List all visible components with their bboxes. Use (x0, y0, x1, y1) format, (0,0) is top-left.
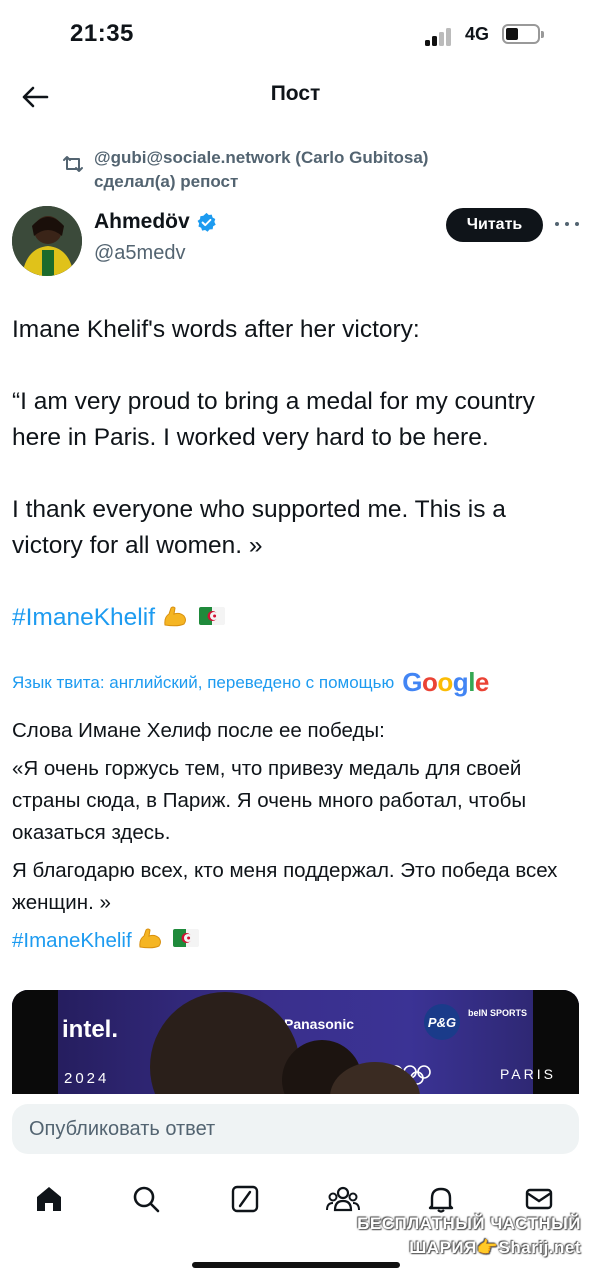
tweet-quote: “I am very proud to bring a medal for my… (12, 388, 535, 451)
watermark-line2: ШАРИЯ👉Sharij.net (409, 1238, 581, 1257)
repost-icon (63, 156, 83, 172)
communities-tab[interactable] (326, 1182, 360, 1216)
status-time: 21:35 (70, 20, 134, 47)
media-year: 2024 (64, 1070, 110, 1087)
translated-hashtag-line: #ImaneKhelif (12, 925, 582, 957)
author-name-wrap[interactable]: Ahmedöv (94, 210, 217, 234)
back-arrow-icon (22, 86, 49, 108)
verified-badge-icon (197, 212, 216, 232)
signal-icon (425, 26, 457, 46)
back-button[interactable] (18, 80, 52, 114)
repost-text: @gubi@sociale.network (Carlo Gubitosa) с… (94, 148, 429, 191)
watermark: БЕСПЛАТНЫЙ ЧАСТНЫЙ ШАРИЯ👉Sharij.net (356, 1212, 581, 1260)
media-letterbox-left (12, 990, 58, 1094)
search-tab[interactable] (129, 1182, 163, 1216)
follow-button[interactable]: Читать (446, 208, 543, 242)
paris-text: PARIS (500, 1066, 556, 1082)
algeria-flag-icon (198, 607, 225, 625)
messages-icon (525, 1188, 553, 1210)
algeria-flag-icon (173, 929, 200, 947)
search-icon (133, 1186, 160, 1213)
grok-tab[interactable] (228, 1182, 262, 1216)
translation-notice[interactable]: Язык твита: английский, переведено с пом… (12, 667, 582, 698)
tweet-text: Imane Khelif's words after her victory: … (12, 312, 582, 636)
messages-tab[interactable] (522, 1182, 556, 1216)
battery-tip (541, 31, 544, 38)
author-name: Ahmedöv (94, 210, 190, 233)
hashtag-link[interactable]: #ImaneKhelif (12, 604, 155, 631)
translation-notice-text: Язык твита: английский, переведено с пом… (12, 672, 395, 692)
translated-text: Слова Имане Хелиф после ее победы: «Я оч… (12, 715, 582, 963)
author-row: Ahmedöv @a5medv Читать (0, 198, 591, 278)
more-options-icon[interactable] (555, 214, 579, 234)
author-handle[interactable]: @a5medv (94, 242, 185, 265)
pg-logo: P&G (424, 1004, 460, 1040)
media-image[interactable]: intel. 2024 Panasonic P&G beIN SPORTS PA… (12, 990, 579, 1094)
bein-logo: beIN SPORTS (468, 1008, 528, 1018)
reply-input[interactable]: Опубликовать ответ (12, 1104, 579, 1154)
tweet-line1: Imane Khelif's words after her victory: (12, 316, 420, 343)
notifications-icon (428, 1187, 454, 1213)
translated-line1: Слова Имане Хелиф после ее победы: (12, 719, 385, 742)
flexed-biceps-emoji-icon (139, 928, 162, 949)
avatar[interactable] (12, 206, 82, 276)
network-label: 4G (465, 24, 490, 44)
intel-logo: intel. (62, 1016, 119, 1043)
grok-icon (231, 1185, 259, 1213)
communities-icon (326, 1186, 360, 1212)
panasonic-logo: Panasonic (284, 1016, 355, 1032)
flexed-biceps-emoji-icon (164, 606, 186, 627)
page-title: Пост (270, 82, 321, 105)
notifications-tab[interactable] (424, 1182, 458, 1216)
status-bar: 21:35 4G (0, 0, 591, 70)
translated-hashtag-link[interactable]: #ImaneKhelif (12, 929, 132, 952)
tweet-hashtag-line: #ImaneKhelif (12, 600, 582, 636)
home-indicator (192, 1262, 400, 1268)
battery-icon (502, 24, 540, 44)
home-tab[interactable] (32, 1182, 66, 1216)
home-icon (37, 1187, 61, 1211)
translated-thanks: Я благодарю всех, кто меня поддержал. Эт… (12, 859, 558, 914)
translated-quote: «Я очень горжусь тем, что привезу медаль… (12, 757, 527, 844)
google-logo: Google (402, 667, 489, 697)
tweet-thanks: I thank everyone who supported me. This … (12, 496, 506, 559)
nav-header: Пост (0, 70, 591, 126)
watermark-line1: БЕСПЛАТНЫЙ ЧАСТНЫЙ (357, 1214, 581, 1233)
